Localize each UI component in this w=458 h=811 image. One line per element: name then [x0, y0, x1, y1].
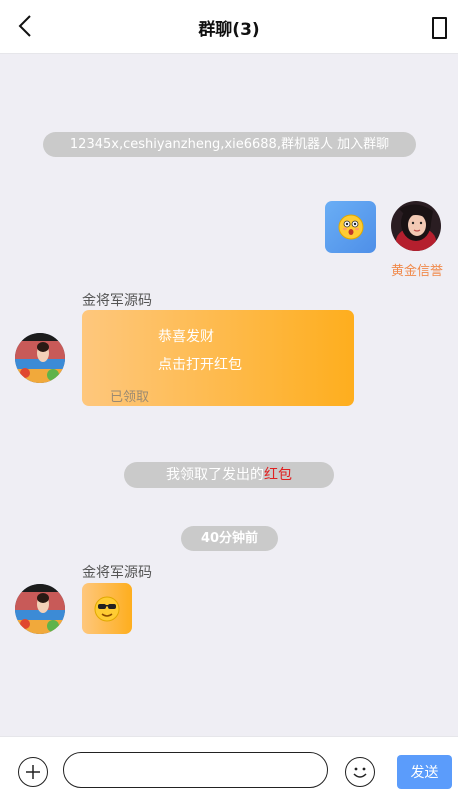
red-packet-action: 点击打开红包 [158, 357, 242, 373]
red-packet-greeting: 恭喜发财 [158, 329, 214, 345]
red-packet-link[interactable]: 红包 [264, 467, 292, 483]
sender-name: 金将军源码 [82, 293, 152, 309]
join-notice: 12345x,ceshiyanzheng,xie6688,群机器人 加入群聊 [43, 132, 416, 157]
claim-notice-text: 我领取了发出的 [166, 467, 264, 483]
sender-emoji-bubble[interactable] [82, 583, 132, 634]
red-packet-status: 已领取 [110, 390, 150, 405]
message-input[interactable] [63, 752, 328, 788]
claim-notice: 我领取了发出的红包 [124, 462, 334, 488]
input-bar: 发送 [0, 736, 458, 811]
self-emoji-bubble[interactable] [325, 201, 376, 253]
sender-avatar[interactable] [15, 584, 65, 634]
sender-avatar[interactable] [15, 333, 65, 383]
self-avatar[interactable] [391, 201, 441, 251]
send-button[interactable]: 发送 [397, 755, 452, 789]
self-name: 黄金信誉 [391, 264, 444, 279]
plus-icon[interactable] [18, 757, 48, 787]
time-label: 40分钟前 [181, 526, 278, 551]
smile-icon[interactable] [345, 757, 375, 787]
red-packet-card[interactable]: 恭喜发财 点击打开红包 已领取 [82, 310, 354, 406]
page-title: 群聊(3) [198, 20, 260, 40]
surprised-face-icon [338, 214, 363, 240]
sunglasses-face-icon [94, 596, 120, 621]
top-nav-bar: 群聊(3) [0, 0, 458, 54]
sender-name: 金将军源码 [82, 565, 152, 581]
chat-message-list[interactable]: 12345x,ceshiyanzheng,xie6688,群机器人 加入群聊 黄… [0, 54, 458, 736]
menu-icon[interactable] [432, 17, 447, 39]
